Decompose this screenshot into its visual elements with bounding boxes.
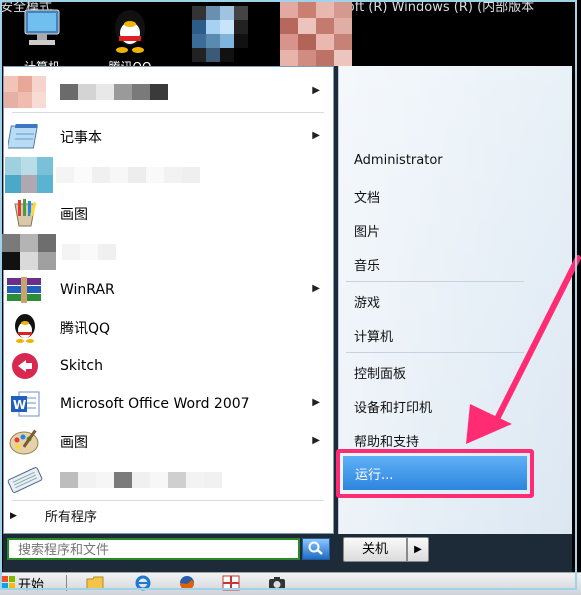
right-item-music[interactable]: 音乐	[354, 255, 380, 274]
winrar-icon	[4, 274, 46, 306]
word-icon: W	[4, 388, 46, 420]
program-item-word[interactable]: W Microsoft Office Word 2007 ▶	[4, 386, 330, 422]
program-label-paint: 画图	[60, 435, 88, 451]
notepad-icon	[4, 121, 46, 153]
paint-palette-icon	[4, 426, 46, 458]
submenu-arrow-icon: ▶	[312, 283, 320, 294]
right-item-documents[interactable]: 文档	[354, 187, 380, 206]
program-item-notepad[interactable]: 记事本 ▶	[4, 119, 330, 155]
skitch-icon	[4, 350, 46, 382]
all-programs-button[interactable]: ▶ 所有程序	[10, 506, 97, 525]
pixelated-icon	[2, 234, 56, 270]
right-item-games[interactable]: 游戏	[354, 292, 380, 311]
program-label-pixelated	[56, 167, 200, 183]
program-label-notepad: 记事本	[60, 130, 102, 146]
all-programs-label: 所有程序	[44, 510, 97, 525]
expand-arrow-icon: ▶	[10, 510, 17, 521]
menu-separator	[12, 112, 324, 113]
chevron-right-icon: ▶	[414, 544, 422, 555]
desktop-pixelated-icon[interactable]	[280, 2, 352, 66]
keyboard-icon	[4, 464, 46, 496]
folder-icon[interactable]	[86, 575, 104, 591]
qq-penguin-icon	[105, 6, 155, 56]
computer-icon	[17, 6, 67, 56]
right-separator	[346, 352, 524, 353]
desktop-icon-qq[interactable]: 腾讯QQ	[90, 6, 170, 75]
pixelated-icon	[4, 157, 53, 193]
shutdown-options-button[interactable]: ▶	[407, 537, 429, 562]
program-label-qq: 腾讯QQ	[60, 321, 111, 337]
taskbar-separator	[66, 575, 67, 591]
search-input[interactable]	[7, 538, 300, 560]
program-item-keyboard[interactable]	[4, 462, 330, 498]
program-item-winrar[interactable]: WinRAR ▶	[4, 272, 330, 308]
program-label-pixelated	[60, 472, 222, 488]
desktop-icon-computer[interactable]: 计算机	[2, 6, 82, 75]
program-label-paint: 画图	[60, 207, 88, 223]
right-item-pictures[interactable]: 图片	[354, 221, 380, 240]
right-item-administrator[interactable]: Administrator	[354, 153, 443, 168]
submenu-arrow-icon: ▶	[312, 397, 320, 408]
qq-penguin-icon	[4, 312, 46, 344]
program-item-skitch[interactable]: Skitch	[4, 348, 330, 384]
start-label: 开始	[18, 577, 45, 593]
program-label-skitch: Skitch	[60, 358, 103, 374]
program-item-pixelated[interactable]: ▶	[4, 74, 330, 110]
firefox-icon[interactable]	[178, 575, 196, 591]
desktop-pixelated-icon[interactable]	[192, 6, 248, 62]
ie-icon[interactable]	[134, 575, 152, 591]
camera-icon[interactable]	[268, 575, 286, 591]
submenu-arrow-icon: ▶	[312, 435, 320, 446]
menu-separator	[12, 500, 324, 501]
program-item-pixelated[interactable]	[4, 157, 330, 193]
right-item-control-panel[interactable]: 控制面板	[354, 363, 406, 382]
program-item-paint[interactable]: 画图	[4, 196, 330, 232]
right-item-computer[interactable]: 计算机	[354, 326, 393, 345]
shutdown-button[interactable]: 关机	[343, 537, 407, 562]
paint-icon	[4, 198, 46, 230]
right-separator	[346, 281, 524, 282]
windows-logo-icon	[2, 576, 16, 590]
program-label-pixelated	[62, 244, 116, 260]
right-item-help-support[interactable]: 帮助和支持	[354, 431, 419, 450]
svg-text:W: W	[13, 398, 26, 412]
pixelated-icon	[4, 76, 46, 108]
search-button[interactable]	[302, 538, 330, 560]
search-icon	[308, 540, 324, 559]
submenu-arrow-icon: ▶	[312, 130, 320, 141]
program-item-pixelated[interactable]	[2, 234, 330, 270]
run-highlight-box	[336, 449, 534, 498]
program-label-pixelated	[60, 84, 168, 100]
program-label-winrar: WinRAR	[60, 282, 115, 298]
program-item-qq[interactable]: 腾讯QQ	[4, 310, 330, 346]
start-button[interactable]: 开始	[2, 573, 44, 593]
program-item-paint-2[interactable]: 画图 ▶	[4, 424, 330, 460]
right-item-devices-printers[interactable]: 设备和打印机	[354, 397, 432, 416]
program-label-word: Microsoft Office Word 2007	[60, 396, 250, 412]
media-icon[interactable]	[222, 575, 240, 591]
submenu-arrow-icon: ▶	[312, 85, 320, 96]
